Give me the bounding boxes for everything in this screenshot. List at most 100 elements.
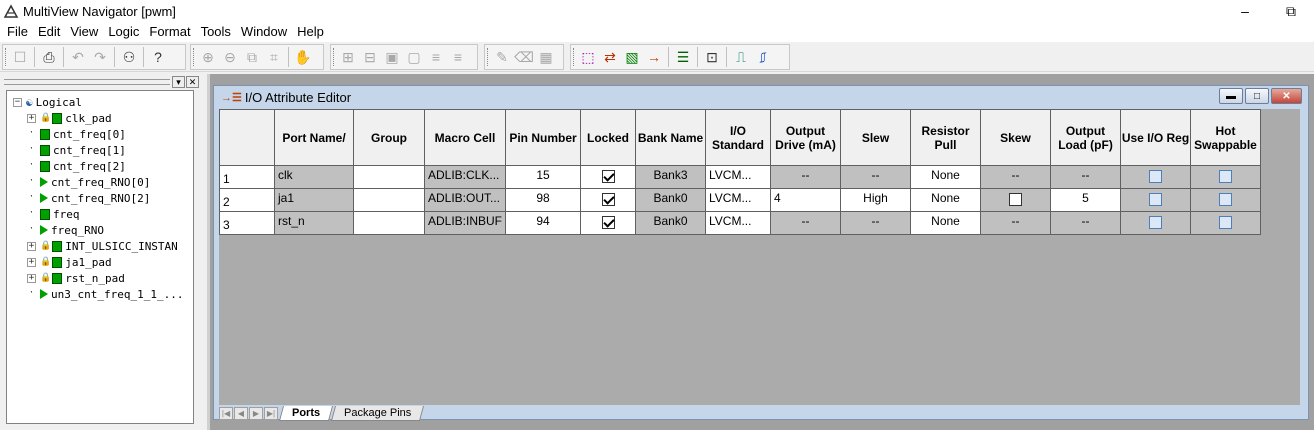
eraser-icon[interactable]: ⌫: [513, 46, 535, 68]
chip-icon[interactable]: ⬚: [577, 46, 599, 68]
sheet-icon[interactable]: ☰: [672, 46, 694, 68]
assign-icon[interactable]: ⊡: [701, 46, 723, 68]
editor-minimize-button[interactable]: ▬: [1219, 88, 1243, 104]
expand-toggle[interactable]: +: [27, 273, 36, 283]
column-header[interactable]: Group: [353, 109, 425, 166]
column-header[interactable]: [219, 109, 275, 166]
view-icon[interactable]: ▧: [621, 46, 643, 68]
tab-ports[interactable]: Ports: [278, 405, 334, 421]
tree-item[interactable]: · un3_cnt_freq_1_1_...: [27, 286, 184, 302]
tree-item[interactable]: + 🔒 ja1_pad: [27, 254, 112, 270]
undo-icon[interactable]: ↶: [67, 46, 89, 68]
menu-file[interactable]: File: [2, 22, 33, 42]
restore-button[interactable]: ⧉: [1268, 0, 1314, 22]
panel-close-button[interactable]: ✕: [186, 76, 199, 88]
output-drive-cell[interactable]: --: [770, 211, 842, 235]
tree-item[interactable]: + 🔒 clk_pad: [27, 110, 112, 126]
collapse-icon[interactable]: ⊟: [359, 46, 381, 68]
menu-logic[interactable]: Logic: [103, 22, 144, 42]
lock-icon[interactable]: ▣: [381, 46, 403, 68]
group-cell[interactable]: [353, 211, 425, 235]
tree-item[interactable]: · cnt_freq_RNO[2]: [27, 190, 151, 206]
expand-toggle[interactable]: +: [27, 241, 36, 251]
tab-package-pins[interactable]: Package Pins: [331, 405, 425, 421]
print-icon[interactable]: ⎙: [38, 46, 60, 68]
tab-prev-button[interactable]: ◀: [234, 406, 248, 420]
zoom-out-icon[interactable]: ⊖: [219, 46, 241, 68]
use-io-reg-checkbox[interactable]: [1149, 193, 1163, 207]
column-header[interactable]: Use I/O Reg: [1120, 109, 1192, 166]
net-icon[interactable]: ⇄: [599, 46, 621, 68]
editor-close-button[interactable]: ✕: [1271, 88, 1302, 104]
minimize-button[interactable]: –: [1222, 0, 1268, 22]
port-name-cell[interactable]: ja1: [274, 188, 354, 212]
logical-tree[interactable]: − ☯ Logical + 🔒 clk_pad · cnt_freq[0] · cnt_fr…: [6, 90, 194, 424]
column-header[interactable]: Hot Swappable: [1190, 109, 1262, 166]
column-header[interactable]: Macro Cell: [423, 109, 507, 166]
column-header[interactable]: Bank Name: [635, 109, 707, 166]
tree-item[interactable]: · cnt_freq[2]: [27, 158, 126, 174]
editor-maximize-button[interactable]: □: [1245, 88, 1269, 104]
expand-toggle[interactable]: +: [27, 257, 36, 267]
unlock-icon[interactable]: ▢: [403, 46, 425, 68]
wave-icon[interactable]: ⎍: [730, 46, 752, 68]
zoom-in-icon[interactable]: ⊕: [197, 46, 219, 68]
column-header[interactable]: I/O Standard: [705, 109, 772, 166]
tree-item[interactable]: · cnt_freq[1]: [27, 142, 126, 158]
column-header[interactable]: Output Load (pF): [1050, 109, 1122, 166]
io-editor-icon[interactable]: →: [643, 46, 665, 68]
help-icon[interactable]: ?: [147, 46, 169, 68]
menu-edit[interactable]: Edit: [33, 22, 65, 42]
tree-item[interactable]: · freq: [27, 206, 80, 222]
hot-swappable-checkbox[interactable]: [1219, 216, 1233, 230]
locked-checkbox[interactable]: [601, 193, 615, 207]
output-load-cell[interactable]: 5: [1050, 188, 1122, 212]
locked-checkbox[interactable]: [601, 216, 615, 230]
use-io-reg-checkbox[interactable]: [1149, 170, 1163, 184]
menu-help[interactable]: Help: [292, 22, 329, 42]
hot-swappable-checkbox[interactable]: [1219, 170, 1233, 184]
column-header[interactable]: Skew: [980, 109, 1052, 166]
slew-cell[interactable]: High: [840, 188, 912, 212]
column-header[interactable]: Port Name/: [274, 109, 354, 166]
find-icon[interactable]: ⚇: [118, 46, 140, 68]
tree-item[interactable]: · cnt_freq_RNO[0]: [27, 174, 151, 190]
column-header[interactable]: Pin Number: [505, 109, 582, 166]
column-header[interactable]: Output Drive (mA): [770, 109, 842, 166]
panel-grip[interactable]: [4, 79, 170, 85]
io-standard-cell[interactable]: LVCM...: [705, 188, 772, 212]
panel-menu-button[interactable]: ▾: [172, 76, 185, 88]
group-cell[interactable]: [353, 165, 425, 189]
output-drive-cell[interactable]: --: [770, 165, 842, 189]
column-header[interactable]: Slew: [840, 109, 912, 166]
zoom-area-icon[interactable]: ⧉: [241, 46, 263, 68]
tab-first-button[interactable]: |◀: [219, 406, 233, 420]
pencil-icon[interactable]: ✎: [491, 46, 513, 68]
bus2-icon[interactable]: ≡: [447, 46, 469, 68]
io-standard-cell[interactable]: LVCM...: [705, 165, 772, 189]
port-name-cell[interactable]: clk: [274, 165, 354, 189]
bus-icon[interactable]: ≡: [425, 46, 447, 68]
redo-icon[interactable]: ↷: [89, 46, 111, 68]
menu-window[interactable]: Window: [236, 22, 292, 42]
menu-tools[interactable]: Tools: [196, 22, 236, 42]
zoom-fit-icon[interactable]: ⌗: [263, 46, 285, 68]
pan-icon[interactable]: ✋: [292, 46, 314, 68]
tree-root[interactable]: − ☯ Logical: [13, 94, 82, 110]
pin-number-cell[interactable]: 98: [505, 188, 582, 212]
output-drive-cell[interactable]: 4: [770, 188, 842, 212]
tree-item[interactable]: · freq_RNO: [27, 222, 104, 238]
expand-toggle[interactable]: +: [27, 113, 36, 123]
slew-cell[interactable]: --: [840, 165, 912, 189]
hot-swappable-checkbox[interactable]: [1219, 193, 1233, 207]
resistor-pull-cell[interactable]: None: [910, 188, 982, 212]
group-cell[interactable]: [353, 188, 425, 212]
grid-icon[interactable]: ▦: [535, 46, 557, 68]
pin-number-cell[interactable]: 94: [505, 211, 582, 235]
skew-checkbox[interactable]: [1009, 193, 1023, 207]
tree-item[interactable]: + 🔒 rst_n_pad: [27, 270, 125, 286]
wave2-icon[interactable]: ⎎: [752, 46, 774, 68]
menu-format[interactable]: Format: [144, 22, 195, 42]
slew-cell[interactable]: --: [840, 211, 912, 235]
tree-item[interactable]: · cnt_freq[0]: [27, 126, 126, 142]
